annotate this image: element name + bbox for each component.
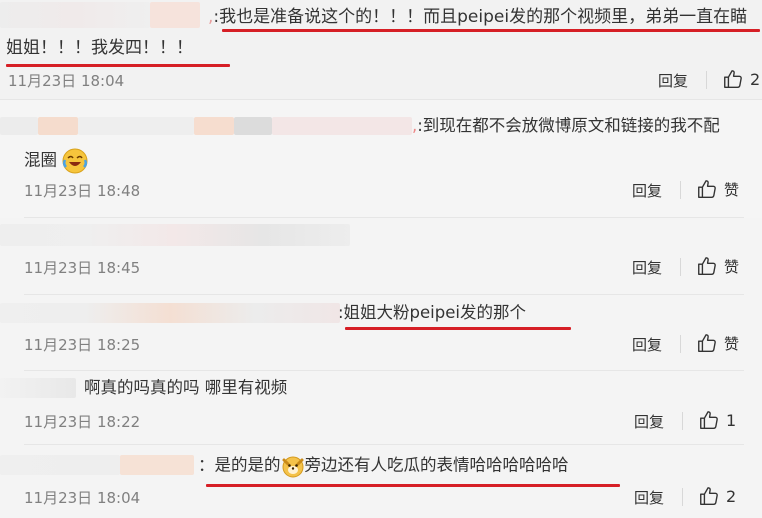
comment-text: 混圈 <box>24 148 88 174</box>
blurred-username <box>0 455 120 475</box>
divider <box>680 335 681 353</box>
like-button[interactable]: 2 <box>722 68 760 90</box>
thumbs-up-icon <box>698 334 716 352</box>
blurred-username <box>234 117 272 135</box>
like-label: 赞 <box>724 257 740 276</box>
thumbs-up-icon <box>698 257 716 275</box>
like-button[interactable]: 赞 <box>696 332 739 354</box>
divider <box>680 181 681 199</box>
timestamp: 11月23日 18:04 <box>8 72 125 90</box>
text-underline <box>345 327 571 330</box>
laughing-emoji-icon <box>62 148 88 174</box>
dog-emoji-icon <box>282 456 303 478</box>
blurred-username <box>120 455 194 475</box>
text-underline <box>222 29 760 32</box>
thumbs-up-icon <box>700 487 718 505</box>
timestamp: 11月23日 18:22 <box>24 413 141 431</box>
divider <box>680 258 681 276</box>
like-label: 赞 <box>724 334 740 353</box>
blurred-username <box>150 2 200 28</box>
like-count: 1 <box>726 410 737 430</box>
reply-button[interactable]: 回复 <box>634 487 664 508</box>
like-button[interactable]: 赞 <box>696 255 739 277</box>
blurred-username <box>0 378 76 398</box>
divider <box>682 412 683 430</box>
timestamp: 11月23日 18:04 <box>24 489 141 507</box>
divider <box>682 488 683 506</box>
blurred-username <box>194 117 234 135</box>
comment-text: 啊真的吗真的吗 哪里有视频 <box>84 378 288 397</box>
blurred-username <box>0 117 38 135</box>
blurred-username <box>78 117 194 135</box>
like-button[interactable]: 2 <box>698 485 736 507</box>
timestamp: 11月23日 18:25 <box>24 336 141 354</box>
divider <box>706 71 707 89</box>
like-button[interactable]: 赞 <box>696 178 739 200</box>
like-count: 2 <box>750 69 761 89</box>
timestamp: 11月23日 18:48 <box>24 182 141 200</box>
blurred-username <box>272 117 412 135</box>
thumbs-up-icon <box>698 180 716 198</box>
reply-button[interactable]: 回复 <box>632 334 662 355</box>
blurred-username <box>38 117 78 135</box>
divider <box>24 217 744 218</box>
reply-button[interactable]: 回复 <box>658 70 688 91</box>
comment-text: ：是的是的 旁边还有人吃瓜的表情哈哈哈哈哈哈 <box>198 454 569 478</box>
divider <box>24 444 744 445</box>
comment-text: ,:我也是准备说这个的！！！而且peipei发的那个视频里，弟弟一直在瞄 <box>208 7 748 27</box>
like-label: 赞 <box>724 180 740 199</box>
blurred-username <box>0 2 150 28</box>
timestamp: 11月23日 18:45 <box>24 259 141 277</box>
blurred-username <box>0 303 340 323</box>
reply-button[interactable]: 回复 <box>632 257 662 278</box>
divider <box>24 294 744 295</box>
divider <box>0 99 762 100</box>
comment-text: 姐姐！！！我发四！！！ <box>6 38 193 58</box>
like-count: 2 <box>726 486 737 506</box>
like-button[interactable]: 1 <box>698 409 736 431</box>
thumbs-up-icon <box>700 411 718 429</box>
reply-button[interactable]: 回复 <box>634 411 664 432</box>
reply-button[interactable]: 回复 <box>632 180 662 201</box>
blurred-username <box>0 224 350 246</box>
comment-text: :姐姐大粉peipei发的那个 <box>338 303 526 322</box>
text-underline <box>6 64 230 67</box>
text-underline <box>206 484 620 487</box>
comment-text: ,:到现在都不会放微博原文和链接的我不配 <box>412 116 720 135</box>
thumbs-up-icon <box>724 70 742 88</box>
divider <box>24 370 744 371</box>
